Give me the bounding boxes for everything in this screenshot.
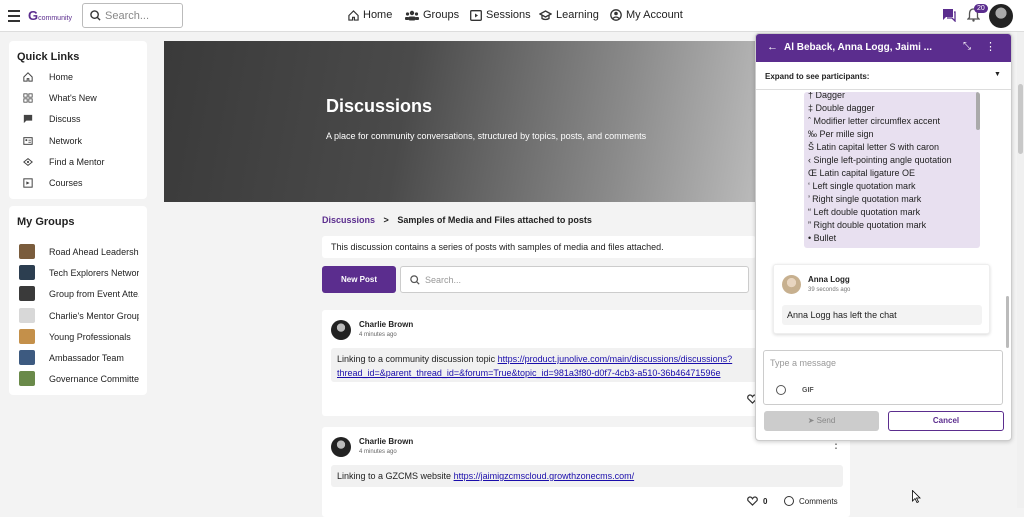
breadcrumb: Discussions > Samples of Media and Files…: [322, 215, 592, 225]
nav-my-account[interactable]: My Account: [610, 9, 683, 21]
discussion-search-input[interactable]: Search...: [400, 266, 749, 293]
message-time: 39 seconds ago: [808, 287, 851, 293]
notification-badge: 20: [974, 4, 988, 13]
author-avatar: [782, 275, 801, 294]
nav-groups[interactable]: Groups: [405, 9, 459, 21]
chat-header: ← Al Beback, Anna Logg, Jaimi ... ⤡ ⋮: [756, 34, 1011, 62]
post-author[interactable]: Charlie Brown: [359, 320, 413, 329]
account-icon: [610, 9, 622, 21]
participants-expander[interactable]: Expand to see participants: ▼: [756, 62, 1011, 90]
post-author[interactable]: Charlie Brown: [359, 437, 413, 446]
chat-scrollbar[interactable]: [1006, 296, 1009, 348]
group-item[interactable]: Charlie's Mentor Group: [9, 306, 147, 326]
logo[interactable]: Gcommunity: [28, 8, 72, 23]
group-thumbnail: [19, 329, 35, 344]
cancel-button[interactable]: Cancel: [888, 411, 1004, 431]
quick-link-find-a-mentor[interactable]: Find a Mentor: [9, 153, 147, 173]
back-arrow-icon[interactable]: ←: [767, 41, 778, 53]
quick-link-courses[interactable]: Courses: [9, 174, 147, 194]
search-icon: [90, 10, 101, 21]
discussion-info: This discussion contains a series of pos…: [322, 236, 756, 258]
send-button[interactable]: ➤ Send: [764, 411, 879, 431]
discuss-icon: [23, 114, 33, 124]
send-icon: ➤: [807, 416, 817, 425]
groups-icon: [405, 10, 419, 20]
message-input[interactable]: Type a message GIF: [763, 350, 1003, 405]
page-subtitle: A place for community conversations, str…: [326, 131, 647, 141]
grid-icon: [23, 93, 33, 103]
menu-icon[interactable]: [8, 10, 20, 22]
post-time: 4 minutes ago: [359, 332, 397, 338]
my-groups-title: My Groups: [17, 216, 75, 228]
quick-link-whats-new[interactable]: What's New: [9, 89, 147, 109]
group-item[interactable]: Young Professionals: [9, 327, 147, 347]
minimize-icon[interactable]: ⤡: [963, 41, 971, 52]
page-title: Discussions: [326, 96, 433, 116]
like-count: 0: [763, 497, 768, 506]
author-avatar[interactable]: [331, 320, 351, 340]
quick-links-panel: Quick Links Home What's New Discuss Netw…: [9, 41, 147, 199]
group-thumbnail: [19, 350, 35, 365]
group-thumbnail: [19, 286, 35, 301]
page-scrollbar[interactable]: [1017, 32, 1024, 508]
group-thumbnail: [19, 265, 35, 280]
list-scrollbar[interactable]: [976, 92, 980, 130]
new-post-button[interactable]: New Post: [322, 266, 396, 293]
group-item[interactable]: Group from Event Atte...: [9, 284, 147, 304]
top-bar: Gcommunity Search... Home Groups Session…: [0, 0, 1024, 32]
courses-icon: [23, 178, 33, 188]
sessions-icon: [470, 9, 482, 21]
group-item[interactable]: Governance Committee: [9, 369, 147, 389]
group-thumbnail: [19, 308, 35, 323]
user-avatar[interactable]: [989, 4, 1013, 28]
comment-icon[interactable]: [784, 496, 794, 506]
cursor-icon: [912, 490, 921, 503]
hero-banner: Discussions A place for community conver…: [164, 41, 764, 202]
chevron-down-icon[interactable]: ▼: [994, 71, 1001, 78]
home-icon: [23, 72, 33, 82]
post-link[interactable]: https://product.junolive.com/main/discus…: [498, 354, 733, 364]
group-thumbnail: [19, 371, 35, 386]
learning-icon: [539, 9, 552, 20]
heart-icon[interactable]: [747, 496, 758, 506]
quick-links-title: Quick Links: [17, 51, 80, 63]
more-options-icon[interactable]: ⋮: [985, 40, 996, 53]
nav-home[interactable]: Home: [348, 9, 392, 21]
scrollbar-thumb[interactable]: [1018, 84, 1023, 154]
author-avatar[interactable]: [331, 437, 351, 457]
search-input[interactable]: Search...: [82, 3, 183, 28]
my-groups-panel: My Groups Road Ahead Leadership Tech Exp…: [9, 206, 147, 395]
comments-link[interactable]: Comments: [799, 497, 838, 506]
group-item[interactable]: Tech Explorers Network: [9, 263, 147, 283]
quick-link-discuss[interactable]: Discuss: [9, 110, 147, 130]
chat-window: ← Al Beback, Anna Logg, Jaimi ... ⤡ ⋮ Ex…: [755, 33, 1012, 441]
breadcrumb-current: Samples of Media and Files attached to p…: [397, 215, 592, 225]
group-item[interactable]: Ambassador Team: [9, 348, 147, 368]
post-link[interactable]: thread_id=&parent_thread_id=&forum=True&…: [337, 368, 720, 378]
nav-learning[interactable]: Learning: [539, 9, 599, 21]
breadcrumb-discussions[interactable]: Discussions: [322, 215, 375, 225]
post-body: Linking to a GZCMS website https://jaimi…: [331, 465, 843, 487]
message-author: Anna Logg: [808, 275, 850, 284]
quick-link-home[interactable]: Home: [9, 68, 147, 88]
group-thumbnail: [19, 244, 35, 259]
post-link[interactable]: https://jaimigzcmscloud.growthzonecms.co…: [454, 471, 635, 481]
nav-sessions[interactable]: Sessions: [470, 9, 531, 21]
post-time: 4 minutes ago: [359, 449, 397, 455]
emoji-icon[interactable]: [776, 385, 786, 395]
home-icon: [348, 9, 359, 21]
chat-message: Anna Logg 39 seconds ago Anna Logg has l…: [773, 264, 990, 334]
chat-icon[interactable]: [942, 8, 956, 22]
character-list: † Dagger ‡ Double dagger ˆ Modifier lett…: [804, 92, 980, 248]
chat-title: Al Beback, Anna Logg, Jaimi ...: [784, 42, 932, 53]
group-item[interactable]: Road Ahead Leadership: [9, 242, 147, 262]
network-icon: [23, 137, 33, 145]
quick-link-network[interactable]: Network: [9, 132, 147, 152]
mentor-icon: [23, 158, 33, 166]
search-icon: [410, 275, 420, 285]
gif-button[interactable]: GIF: [802, 387, 814, 394]
message-text: Anna Logg has left the chat: [782, 305, 982, 325]
